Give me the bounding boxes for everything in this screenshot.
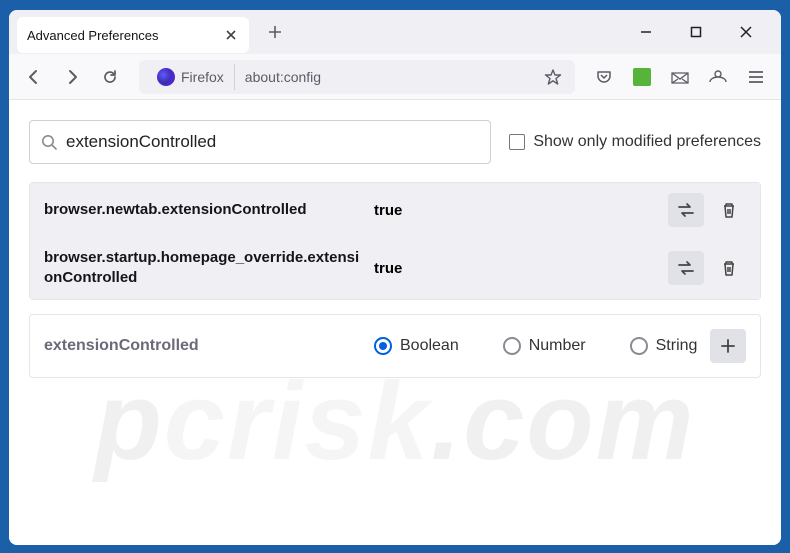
- extensions-button[interactable]: [625, 60, 659, 94]
- checkbox-icon: [509, 134, 525, 150]
- close-tab-button[interactable]: [223, 27, 239, 43]
- app-menu-button[interactable]: [739, 60, 773, 94]
- window-controls: [635, 21, 781, 43]
- firefox-logo-icon: [157, 68, 175, 86]
- toggle-button[interactable]: [668, 193, 704, 227]
- forward-button[interactable]: [55, 60, 89, 94]
- radio-boolean[interactable]: Boolean: [374, 337, 459, 355]
- minimize-button[interactable]: [635, 21, 657, 43]
- back-button[interactable]: [17, 60, 51, 94]
- about-config-content: Show only modified preferences browser.n…: [9, 100, 781, 545]
- url-text[interactable]: about:config: [235, 69, 539, 85]
- browser-tab[interactable]: Advanced Preferences: [17, 17, 249, 53]
- radio-icon: [374, 337, 392, 355]
- preference-name: browser.startup.homepage_override.extens…: [44, 248, 366, 289]
- nav-toolbar: Firefox about:config: [9, 54, 781, 100]
- type-options: Boolean Number String: [374, 337, 702, 355]
- radio-label: Boolean: [400, 337, 459, 355]
- close-window-button[interactable]: [735, 21, 757, 43]
- titlebar: Advanced Preferences: [9, 10, 781, 54]
- delete-button[interactable]: [712, 251, 746, 285]
- url-bar[interactable]: Firefox about:config: [139, 60, 575, 94]
- search-icon: [40, 133, 58, 151]
- reload-button[interactable]: [93, 60, 127, 94]
- add-preference-name: extensionControlled: [44, 335, 366, 357]
- search-input[interactable]: [66, 132, 480, 152]
- toggle-button[interactable]: [668, 251, 704, 285]
- radio-icon: [630, 337, 648, 355]
- preference-value: true: [374, 202, 660, 219]
- account-button[interactable]: [701, 60, 735, 94]
- add-preference-row: extensionControlled Boolean Number Strin…: [29, 314, 761, 378]
- checkbox-label: Show only modified preferences: [533, 133, 761, 151]
- urlbar-identity[interactable]: Firefox: [147, 64, 235, 90]
- delete-button[interactable]: [712, 193, 746, 227]
- browser-window: Advanced Preferences: [9, 10, 781, 545]
- preference-name: browser.newtab.extensionControlled: [44, 200, 366, 220]
- urlbar-brand-label: Firefox: [181, 69, 224, 85]
- search-row: Show only modified preferences: [29, 120, 761, 164]
- tab-title: Advanced Preferences: [27, 28, 215, 43]
- show-modified-checkbox[interactable]: Show only modified preferences: [509, 133, 761, 151]
- add-button[interactable]: [710, 329, 746, 363]
- radio-number[interactable]: Number: [503, 337, 586, 355]
- preference-row[interactable]: browser.newtab.extensionControlled true: [30, 183, 760, 238]
- bookmark-star-button[interactable]: [539, 63, 567, 91]
- maximize-button[interactable]: [685, 21, 707, 43]
- pocket-button[interactable]: [587, 60, 621, 94]
- preference-row[interactable]: browser.startup.homepage_override.extens…: [30, 238, 760, 299]
- extension-icon: [633, 68, 651, 86]
- radio-icon: [503, 337, 521, 355]
- radio-label: Number: [529, 337, 586, 355]
- preference-table: browser.newtab.extensionControlled true …: [29, 182, 761, 300]
- radio-label: String: [656, 337, 698, 355]
- inbox-button[interactable]: [663, 60, 697, 94]
- radio-string[interactable]: String: [630, 337, 698, 355]
- search-box[interactable]: [29, 120, 491, 164]
- preference-value: true: [374, 260, 660, 277]
- new-tab-button[interactable]: [261, 18, 289, 46]
